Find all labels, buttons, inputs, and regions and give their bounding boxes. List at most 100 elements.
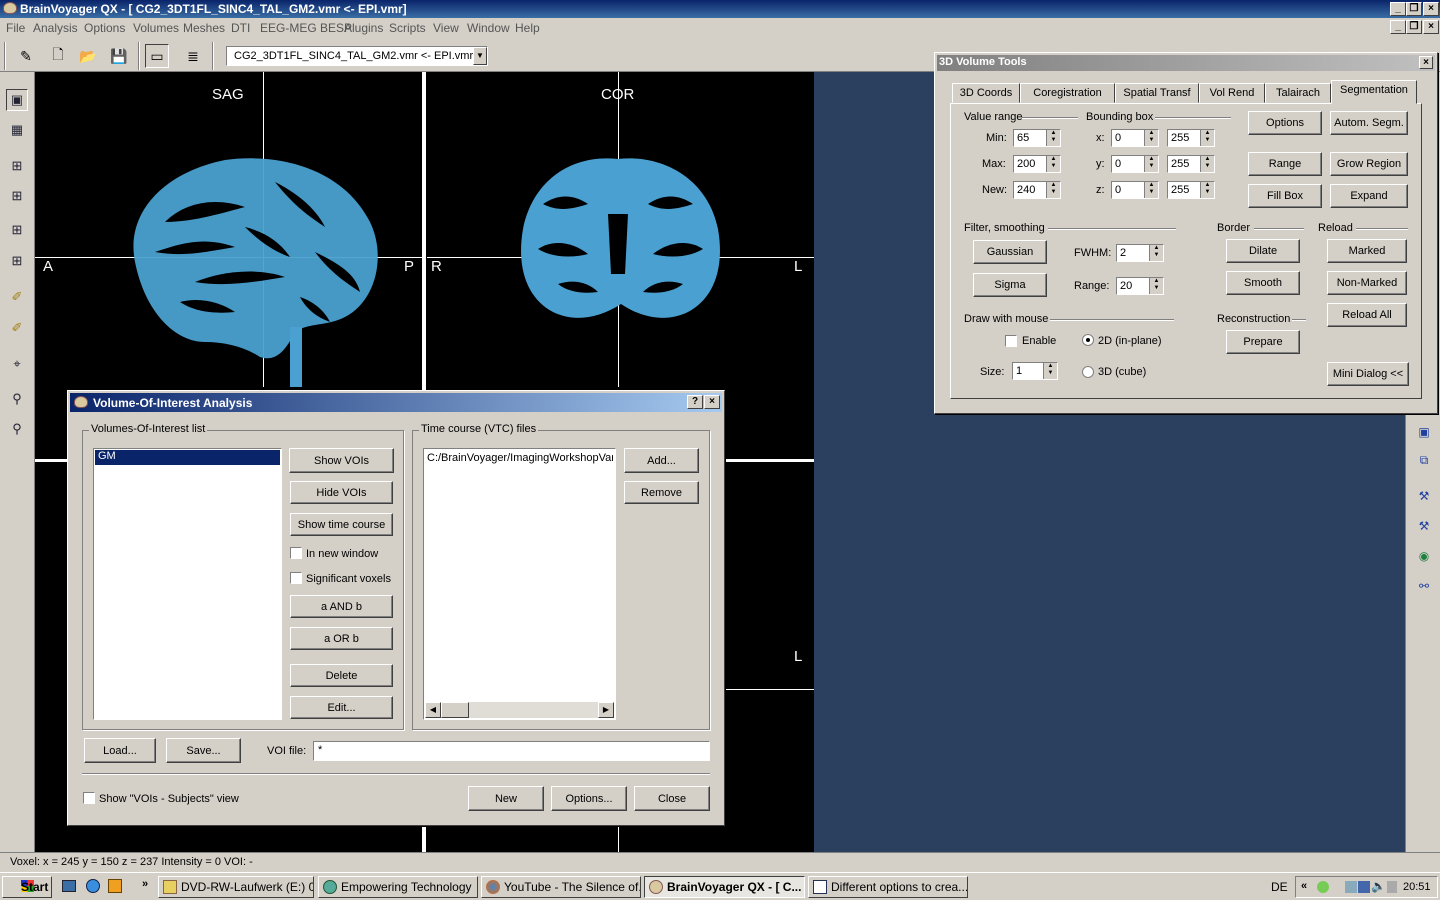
bbox-z-to-spinner[interactable]: 255 ▲ ▼ [1167, 181, 1215, 199]
spinner-arrows-icon[interactable]: ▲ ▼ [1046, 130, 1060, 146]
spinner-arrows-icon[interactable]: ▲ ▼ [1046, 182, 1060, 198]
edit-button[interactable]: Edit... [290, 696, 393, 719]
scrollbar-thumb[interactable] [441, 702, 469, 718]
min-spinner[interactable]: 65 ▲ ▼ [1013, 129, 1061, 147]
expand-button[interactable]: Expand [1330, 184, 1408, 208]
significant-voxels-checkbox[interactable] [290, 572, 302, 584]
media-player-icon[interactable] [108, 879, 122, 893]
reload-all-button[interactable]: Reload All [1327, 303, 1407, 327]
volume-tools-close-icon[interactable]: × [1419, 56, 1433, 69]
help-icon[interactable]: ? [687, 395, 703, 409]
show-vois-button[interactable]: Show VOIs [289, 448, 394, 473]
grow-region-button[interactable]: Grow Region [1330, 152, 1408, 176]
show-desktop-icon[interactable] [62, 880, 76, 892]
show-time-course-button[interactable]: Show time course [290, 513, 393, 536]
remove-vtc-button[interactable]: Remove [624, 481, 699, 504]
tool-d-icon[interactable]: ⚯ [1414, 576, 1434, 596]
a-or-b-button[interactable]: a OR b [290, 627, 393, 650]
grid-view-icon[interactable]: ▦ [6, 119, 28, 141]
cube-view-icon[interactable]: ▣ [1414, 422, 1434, 442]
fill-box-button[interactable]: Fill Box [1248, 184, 1322, 208]
bbox-y-from-spinner[interactable]: 0 ▲ ▼ [1111, 155, 1159, 173]
chevron-down-icon[interactable]: ▼ [473, 47, 487, 65]
bbox-z-from-spinner[interactable]: 0 ▲ ▼ [1111, 181, 1159, 199]
tab-vol-rend[interactable]: Vol Rend [1199, 83, 1265, 103]
doc-close-icon[interactable]: × [1423, 20, 1439, 34]
horizontal-scrollbar[interactable]: ◀ ▶ [425, 702, 614, 718]
voi-file-field[interactable]: * [313, 741, 710, 761]
start-button[interactable]: Start [2, 876, 52, 898]
slice-view-4-icon[interactable]: ⊞ [6, 250, 28, 272]
tray-misc-icon[interactable] [1387, 881, 1397, 893]
smooth-button[interactable]: Smooth [1226, 271, 1300, 295]
filter-range-spinner[interactable]: 20 ▲ ▼ [1116, 277, 1164, 295]
menu-analysis[interactable]: Analysis [33, 21, 78, 35]
save-button[interactable]: Save... [166, 738, 241, 763]
mini-dialog-button[interactable]: Mini Dialog << [1327, 362, 1409, 386]
spinner-arrows-icon[interactable]: ▲ ▼ [1149, 278, 1163, 294]
new-file-icon[interactable]: 🗋 [46, 44, 70, 68]
menu-view[interactable]: View [433, 21, 459, 35]
bbox-x-from-spinner[interactable]: 0 ▲ ▼ [1111, 129, 1159, 147]
menu-plugins[interactable]: Plugins [344, 21, 383, 35]
restore-icon[interactable]: ❐ [1406, 2, 1422, 16]
non-marked-button[interactable]: Non-Marked [1327, 271, 1407, 295]
spinner-arrows-icon[interactable]: ▲ ▼ [1200, 182, 1214, 198]
tab-coregistration[interactable]: Coregistration [1020, 83, 1115, 103]
window-layout-icon[interactable]: ▭ [145, 44, 169, 68]
load-button[interactable]: Load... [84, 738, 156, 763]
slice-view-1-icon[interactable]: ⊞ [6, 155, 28, 177]
dilate-button[interactable]: Dilate [1226, 239, 1300, 263]
hide-vois-button[interactable]: Hide VOIs [290, 481, 393, 504]
tool-brush-icon[interactable]: ✐ [6, 286, 28, 308]
tab-spatial-transf[interactable]: Spatial Transf [1115, 83, 1199, 103]
menu-dti[interactable]: DTI [231, 21, 250, 35]
document-selector[interactable]: CG2_3DT1FL_SINC4_TAL_GM2.vmr <- EPI.vmr … [226, 46, 488, 66]
crosshair-icon[interactable]: ⌖ [6, 353, 28, 375]
a-and-b-button[interactable]: a AND b [290, 595, 393, 618]
prepare-button[interactable]: Prepare [1226, 330, 1300, 354]
spinner-arrows-icon[interactable]: ▲ ▼ [1144, 130, 1158, 146]
zoom-out-icon[interactable]: ⚲ [6, 418, 28, 440]
close-icon[interactable]: × [1423, 2, 1439, 16]
add-vtc-button[interactable]: Add... [624, 448, 699, 473]
close-button[interactable]: Close [634, 786, 710, 811]
range-button[interactable]: Range [1248, 152, 1322, 176]
slice-view-3-icon[interactable]: ⊞ [6, 219, 28, 241]
tab-3d-coords[interactable]: 3D Coords [952, 83, 1020, 103]
list-item[interactable]: GM [95, 450, 280, 465]
bbox-x-to-spinner[interactable]: 255 ▲ ▼ [1167, 129, 1215, 147]
autom-segm-button[interactable]: Autom. Segm. [1330, 111, 1408, 135]
slice-view-2-icon[interactable]: ⊞ [6, 185, 28, 207]
max-spinner[interactable]: 200 ▲ ▼ [1013, 155, 1061, 173]
volume-view-icon[interactable]: ▣ [6, 89, 28, 111]
menu-eeg-meg-besa[interactable]: EEG-MEG BESA [260, 21, 352, 35]
scroll-right-icon[interactable]: ▶ [598, 702, 614, 718]
vtc-listbox[interactable]: C:/BrainVoyager/ImagingWorkshopVanc ◀ ▶ [423, 448, 616, 720]
brainvoyager-app-icon[interactable] [3, 2, 17, 14]
tray-monitor-icon[interactable] [1358, 881, 1370, 893]
tab-talairach[interactable]: Talairach [1265, 83, 1331, 103]
new-spinner[interactable]: 240 ▲ ▼ [1013, 181, 1061, 199]
doc-minimize-icon[interactable]: _ [1390, 20, 1406, 34]
sigma-button[interactable]: Sigma [973, 273, 1047, 297]
internet-explorer-icon[interactable] [86, 879, 100, 893]
delete-button[interactable]: Delete [290, 664, 393, 687]
task-dvd-drive[interactable]: DVD-RW-Laufwerk (E:) 0... [158, 876, 314, 898]
size-spinner[interactable]: 1 ▲ ▼ [1012, 362, 1058, 380]
menu-options[interactable]: Options [84, 21, 125, 35]
open-folder-icon[interactable]: 📂 [76, 44, 100, 68]
tray-expand-icon[interactable]: « [1301, 880, 1307, 892]
language-indicator[interactable]: DE [1271, 880, 1288, 894]
options-button[interactable]: Options [1248, 111, 1322, 135]
tool-a-icon[interactable]: ⚒ [1414, 486, 1434, 506]
minimize-icon[interactable]: _ [1390, 2, 1406, 16]
tool-pencil-icon[interactable]: ✐ [6, 317, 28, 339]
spinner-arrows-icon[interactable]: ▲ ▼ [1046, 156, 1060, 172]
voi-listbox[interactable]: GM [93, 448, 282, 720]
tray-volume-icon[interactable]: 🔈 [1371, 879, 1386, 893]
marked-button[interactable]: Marked [1327, 239, 1407, 263]
task-word-document[interactable]: Different options to crea... [808, 876, 968, 898]
new-button[interactable]: New [468, 786, 544, 811]
tray-device-icon[interactable] [1345, 881, 1357, 893]
